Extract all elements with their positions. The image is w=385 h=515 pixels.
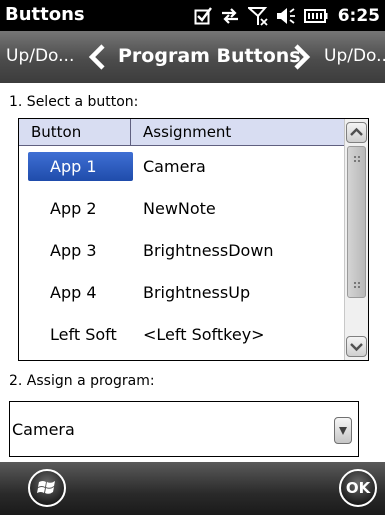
assignment-cell: NewNote (143, 199, 216, 218)
grip-icon (354, 282, 360, 288)
scroll-down-button[interactable] (346, 336, 367, 357)
list-row[interactable]: App 4 BrightnessUp (19, 272, 344, 314)
ok-button[interactable]: OK (339, 469, 377, 507)
assignment-cell: BrightnessDown (143, 241, 274, 260)
screen: Buttons 6:25 Up/Do... Program Buttons Up… (0, 0, 385, 515)
list-scrollbar[interactable] (344, 119, 368, 360)
button-name-cell: App 3 (50, 241, 97, 260)
list-row[interactable]: Left Soft <Left Softkey> (19, 314, 344, 356)
list-header: Button Assignment (19, 119, 344, 146)
prev-page-label[interactable]: Up/Do... (6, 45, 74, 67)
header-bar: Up/Do... Program Buttons Up/Do... (0, 31, 385, 83)
button-name-cell: Left Soft (50, 325, 117, 344)
status-bar: Buttons 6:25 (0, 0, 385, 31)
list-rows: App 1 Camera App 2 NewNote App 3 Brightn… (19, 146, 344, 356)
speaker-icon (276, 7, 296, 25)
button-name-cell: App 4 (50, 283, 97, 302)
scroll-thumb[interactable] (347, 146, 366, 298)
program-select[interactable]: Camera (9, 401, 359, 457)
chevron-up-icon (350, 127, 363, 136)
button-name-cell: App 2 (50, 199, 97, 218)
button-list[interactable]: Button Assignment App 1 Camera App 2 New… (18, 118, 369, 361)
clock: 6:25 (337, 5, 380, 26)
triangle-down-icon (339, 427, 347, 435)
checkbox-icon (194, 6, 212, 25)
battery-icon (303, 8, 328, 24)
column-header-assignment[interactable]: Assignment (131, 119, 344, 145)
status-icons: 6:25 (186, 3, 380, 28)
list-row[interactable]: App 1 Camera (19, 146, 344, 188)
dropdown-button[interactable] (334, 417, 352, 444)
scroll-up-button[interactable] (346, 122, 367, 143)
list-row[interactable]: App 3 BrightnessDown (19, 230, 344, 272)
page-title: Program Buttons (118, 45, 301, 67)
sync-arrows-icon (220, 7, 240, 25)
list-row[interactable]: App 2 NewNote (19, 188, 344, 230)
no-signal-icon (247, 6, 268, 26)
assignment-cell: BrightnessUp (143, 283, 251, 302)
column-header-button[interactable]: Button (19, 119, 131, 145)
chevron-right-icon[interactable] (293, 44, 311, 70)
assign-program-label: 2. Assign a program: (9, 373, 155, 389)
next-page-label[interactable]: Up/Do... (324, 45, 385, 67)
assignment-cell: <Left Softkey> (143, 325, 265, 344)
assignment-cell: Camera (143, 157, 206, 176)
app-title: Buttons (5, 4, 85, 25)
chevron-left-icon[interactable] (88, 44, 106, 70)
grip-icon (354, 156, 360, 162)
chevron-down-icon (350, 343, 363, 352)
select-button-label: 1. Select a button: (9, 94, 139, 110)
softkey-bar: OK (0, 462, 385, 515)
program-select-value: Camera (12, 420, 75, 439)
windows-flag-icon (37, 481, 55, 494)
start-button[interactable] (28, 469, 66, 507)
button-name-cell: App 1 (28, 152, 133, 181)
